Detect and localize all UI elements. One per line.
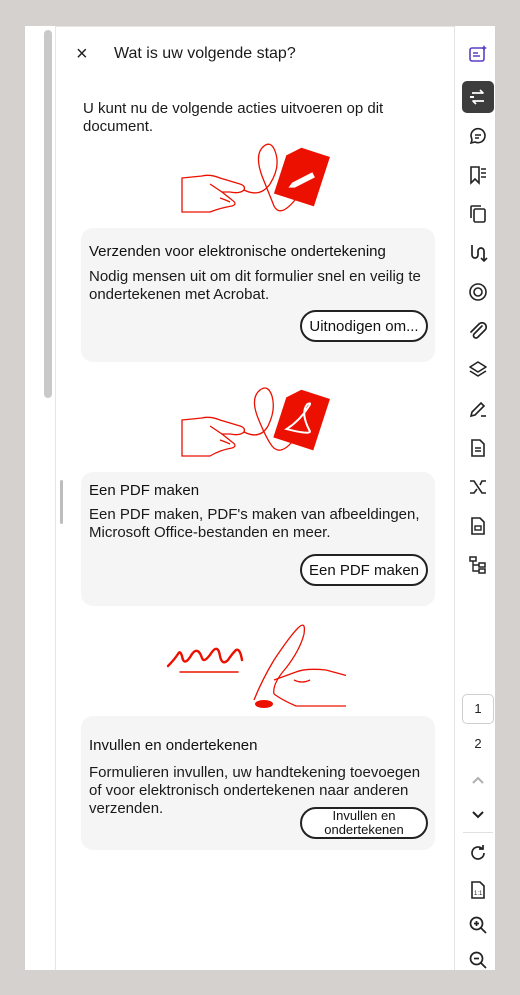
convert-icon[interactable] [462,81,494,113]
chevron-up-icon[interactable] [462,765,494,797]
chevron-down-icon[interactable] [462,798,494,830]
close-button[interactable]: × [76,43,108,67]
create-pdf-button[interactable]: Een PDF maken [300,554,428,586]
svg-text:1:1: 1:1 [474,891,483,897]
edit-pen-icon[interactable] [462,393,494,425]
zoom-out-icon[interactable] [462,944,494,970]
bookmark-icon[interactable] [462,159,494,191]
fill-and-sign-illustration [166,624,346,708]
ai-assistant-icon[interactable] [462,38,494,70]
intro-text: U kunt nu de volgende acties uitvoeren o… [83,100,384,135]
combine-icon[interactable] [462,237,494,269]
card-title: Invullen en ondertekenen [89,737,258,754]
zoom-in-icon[interactable] [462,909,494,941]
card-create-pdf: Een PDF maken Een PDF maken, PDF's maken… [81,472,435,606]
right-tool-rail: 1 2 1:1 [454,26,495,970]
panel-title: Wat is uw volgende stap? [114,45,296,62]
request-signature-illustration [181,143,330,213]
fit-page-icon[interactable]: 1:1 [462,874,494,906]
request-signatures-button[interactable]: Uitnodigen om... [300,310,428,342]
current-page-input[interactable]: 1 [462,694,494,724]
card-title: Een PDF maken [89,482,200,499]
next-steps-panel: × Wat is uw volgende stap? U kunt nu de … [56,26,454,970]
copy-pages-icon[interactable] [462,198,494,230]
app-window: × Wat is uw volgende stap? U kunt nu de … [25,26,495,970]
create-pdf-illustration [181,387,330,457]
card-send-for-signature: Verzenden voor elektronische ondertekeni… [81,228,435,362]
protect-icon[interactable] [462,510,494,542]
card-fill-and-sign: Invullen en ondertekenen Formulieren inv… [81,716,435,850]
attachment-icon[interactable] [462,315,494,347]
total-pages: 2 [474,736,482,751]
fill-and-sign-button[interactable]: Invullen en ondertekenen [300,807,428,839]
document-icon[interactable] [462,432,494,464]
comment-icon[interactable] [462,120,494,152]
card-title: Verzenden voor elektronische ondertekeni… [89,243,386,260]
card-description: Nodig mensen uit om dit formulier snel e… [89,268,421,303]
layers-icon[interactable] [462,354,494,386]
document-scroll-strip [25,26,56,970]
rotate-icon[interactable] [462,837,494,869]
rail-divider [463,832,493,833]
scrollbar-thumb[interactable] [44,30,52,398]
export-icon[interactable] [462,471,494,503]
structure-icon[interactable] [462,549,494,581]
card-description: Een PDF maken, PDF's maken van afbeeldin… [89,506,420,541]
stamp-icon[interactable] [462,276,494,308]
